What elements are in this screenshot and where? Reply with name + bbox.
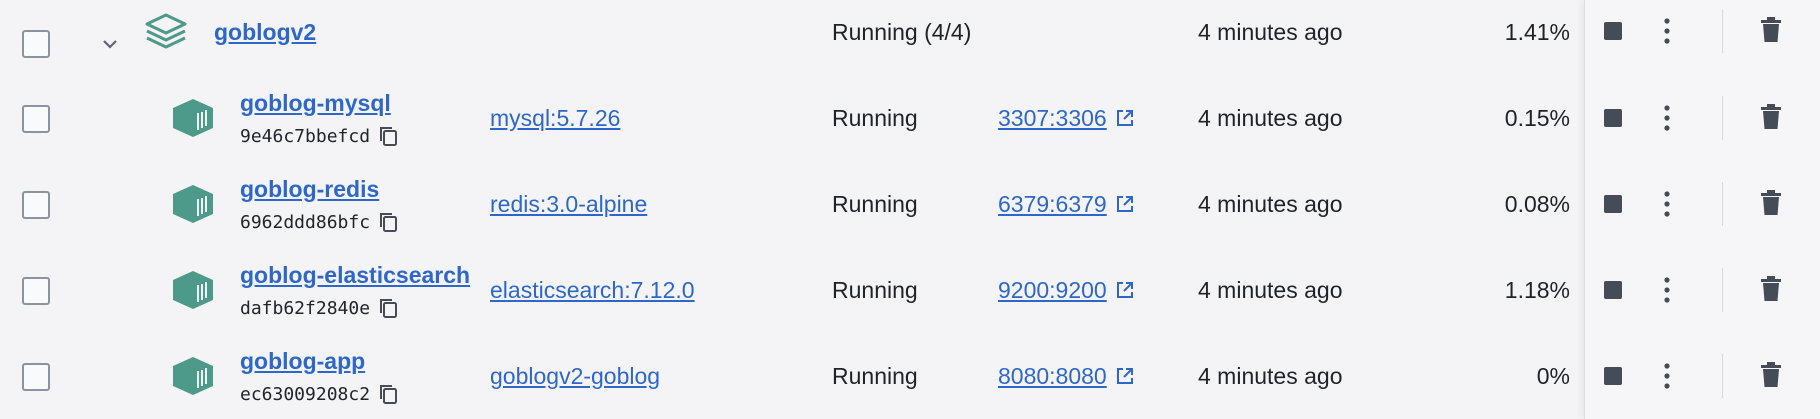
project-status: Running (4/4) xyxy=(832,18,972,45)
copy-icon[interactable] xyxy=(378,297,398,319)
container-status: Running xyxy=(832,362,918,389)
last-started: 4 minutes ago xyxy=(1198,18,1343,45)
select-checkbox[interactable] xyxy=(22,363,50,391)
project-name-link[interactable]: goblogv2 xyxy=(214,19,316,46)
stop-icon[interactable] xyxy=(1604,195,1622,213)
action-divider xyxy=(1722,354,1723,398)
last-started: 4 minutes ago xyxy=(1198,362,1343,389)
last-started: 4 minutes ago xyxy=(1198,104,1343,131)
last-started: 4 minutes ago xyxy=(1198,190,1343,217)
cpu-usage: 0% xyxy=(1536,362,1570,389)
stop-icon[interactable] xyxy=(1604,281,1622,299)
port-link[interactable]: 8080:8080 xyxy=(998,363,1107,390)
container-id-text: 9e46c7bbefcd xyxy=(240,125,371,147)
container-name-link[interactable]: goblog-redis xyxy=(240,176,379,203)
stop-icon[interactable] xyxy=(1604,22,1622,40)
cpu-usage: 1.41% xyxy=(1504,18,1570,45)
select-checkbox[interactable] xyxy=(22,277,50,305)
trash-icon[interactable] xyxy=(1760,190,1782,216)
trash-icon[interactable] xyxy=(1760,104,1782,130)
copy-icon[interactable] xyxy=(378,383,398,405)
container-id-text: dafb62f2840e xyxy=(240,297,371,319)
container-status: Running xyxy=(832,190,918,217)
kebab-menu-icon[interactable] xyxy=(1662,104,1672,132)
kebab-menu-icon[interactable] xyxy=(1662,362,1672,390)
container-name-link[interactable]: goblog-app xyxy=(240,348,365,375)
action-divider xyxy=(1722,96,1723,140)
trash-icon[interactable] xyxy=(1760,17,1782,43)
cpu-usage: 1.18% xyxy=(1504,276,1570,303)
copy-icon[interactable] xyxy=(378,125,398,147)
external-link-icon[interactable] xyxy=(1115,194,1135,214)
port-link[interactable]: 6379:6379 xyxy=(998,191,1107,218)
select-checkbox[interactable] xyxy=(22,191,50,219)
image-link[interactable]: goblogv2-goblog xyxy=(490,363,660,390)
action-divider xyxy=(1722,9,1723,53)
container-id-text: ec63009208c2 xyxy=(240,383,371,405)
trash-icon[interactable] xyxy=(1760,362,1782,388)
external-link-icon[interactable] xyxy=(1115,366,1135,386)
container-id: ec63009208c2 xyxy=(240,383,398,405)
container-status: Running xyxy=(832,104,918,131)
trash-icon[interactable] xyxy=(1760,276,1782,302)
container-id: 6962ddd86bfc xyxy=(240,211,398,233)
container-cube-icon xyxy=(173,185,213,223)
container-cube-icon xyxy=(173,271,213,309)
container-name-link[interactable]: goblog-mysql xyxy=(240,90,391,117)
container-cube-icon xyxy=(173,99,213,137)
cpu-usage: 0.15% xyxy=(1504,104,1570,131)
container-name-link[interactable]: goblog-elasticsearch xyxy=(240,262,470,289)
copy-icon[interactable] xyxy=(378,211,398,233)
container-status: Running xyxy=(832,276,918,303)
kebab-menu-icon[interactable] xyxy=(1662,17,1672,45)
action-divider xyxy=(1722,268,1723,312)
external-link-icon[interactable] xyxy=(1115,280,1135,300)
port-link[interactable]: 9200:9200 xyxy=(998,277,1107,304)
external-link-icon[interactable] xyxy=(1115,108,1135,128)
last-started: 4 minutes ago xyxy=(1198,276,1343,303)
select-checkbox[interactable] xyxy=(22,30,50,58)
image-link[interactable]: mysql:5.7.26 xyxy=(490,105,620,132)
action-divider xyxy=(1722,182,1723,226)
container-id: dafb62f2840e xyxy=(240,297,398,319)
container-id-text: 6962ddd86bfc xyxy=(240,211,371,233)
stop-icon[interactable] xyxy=(1604,367,1622,385)
kebab-menu-icon[interactable] xyxy=(1662,276,1672,304)
container-row[interactable]: goblog-app ec63009208c2 goblogv2-goblog … xyxy=(0,333,1820,419)
stack-layers-icon xyxy=(145,13,187,49)
image-link[interactable]: elasticsearch:7.12.0 xyxy=(490,277,695,304)
kebab-menu-icon[interactable] xyxy=(1662,190,1672,218)
cpu-usage: 0.08% xyxy=(1504,190,1570,217)
chevron-down-icon[interactable] xyxy=(98,32,122,56)
select-checkbox[interactable] xyxy=(22,105,50,133)
container-cube-icon xyxy=(173,357,213,395)
stop-icon[interactable] xyxy=(1604,109,1622,127)
port-link[interactable]: 3307:3306 xyxy=(998,105,1107,132)
container-id: 9e46c7bbefcd xyxy=(240,125,398,147)
image-link[interactable]: redis:3.0-alpine xyxy=(490,191,647,218)
